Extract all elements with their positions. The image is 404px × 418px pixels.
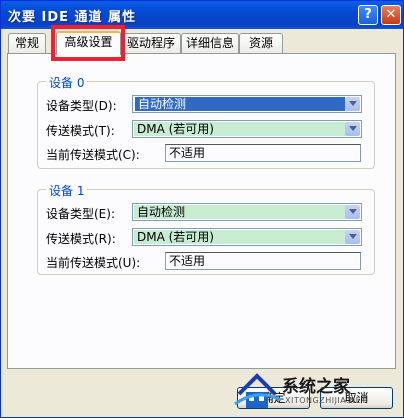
- device-1-type-label: 设备类型(E):: [46, 207, 115, 221]
- device-1-current-value: 不适用: [165, 252, 361, 270]
- device-0-legend: 设备 0: [46, 74, 88, 91]
- device-0-transfer-value: DMA (若可用): [134, 122, 352, 136]
- watermark-url: XITONGZHIJIA.NET: [285, 396, 367, 405]
- device-0-type-label: 设备类型(D):: [46, 99, 117, 113]
- highlight-box: [51, 25, 125, 61]
- device-0-current-label: 当前传送模式(C):: [46, 148, 140, 162]
- chevron-down-icon[interactable]: [345, 205, 360, 219]
- chevron-down-icon[interactable]: [345, 97, 360, 111]
- tab-resources[interactable]: 资源: [239, 33, 283, 53]
- device-1-transfer-select[interactable]: DMA (若可用): [132, 228, 362, 246]
- tab-details[interactable]: 详细信息: [181, 33, 239, 53]
- device-0-type-select[interactable]: 自动检测: [132, 95, 362, 113]
- device-1-current-label: 当前传送模式(U):: [46, 256, 141, 270]
- help-icon[interactable]: ?: [358, 5, 378, 25]
- device-0-type-value: 自动检测: [135, 97, 345, 111]
- watermark: 系统之家 XITONGZHIJIA.NET: [233, 364, 403, 416]
- watermark-text: 系统之家: [282, 377, 350, 397]
- device-1-transfer-label: 传送模式(R):: [46, 232, 116, 246]
- device-1-legend: 设备 1: [46, 182, 88, 199]
- device-0-transfer-select[interactable]: DMA (若可用): [132, 120, 362, 138]
- window-title: 次要 IDE 通道 属性: [8, 10, 137, 25]
- device-1-type-value: 自动检测: [134, 205, 352, 219]
- chevron-down-icon[interactable]: [345, 122, 360, 136]
- device-0-transfer-label: 传送模式(T):: [46, 124, 115, 138]
- device-1-type-select[interactable]: 自动检测: [132, 203, 362, 221]
- device-1-transfer-value: DMA (若可用): [134, 230, 352, 244]
- close-icon[interactable]: ✕: [381, 5, 401, 25]
- tab-general[interactable]: 常规: [8, 33, 46, 53]
- watermark-logo-icon: [234, 373, 282, 408]
- device-0-current-value: 不适用: [165, 144, 361, 162]
- tab-driver[interactable]: 驱动程序: [121, 33, 181, 53]
- chevron-down-icon[interactable]: [345, 230, 360, 244]
- properties-dialog: 次要 IDE 通道 属性 ? ✕ 常规 高级设置 驱动程序 详细信息 资源 设备…: [0, 0, 404, 418]
